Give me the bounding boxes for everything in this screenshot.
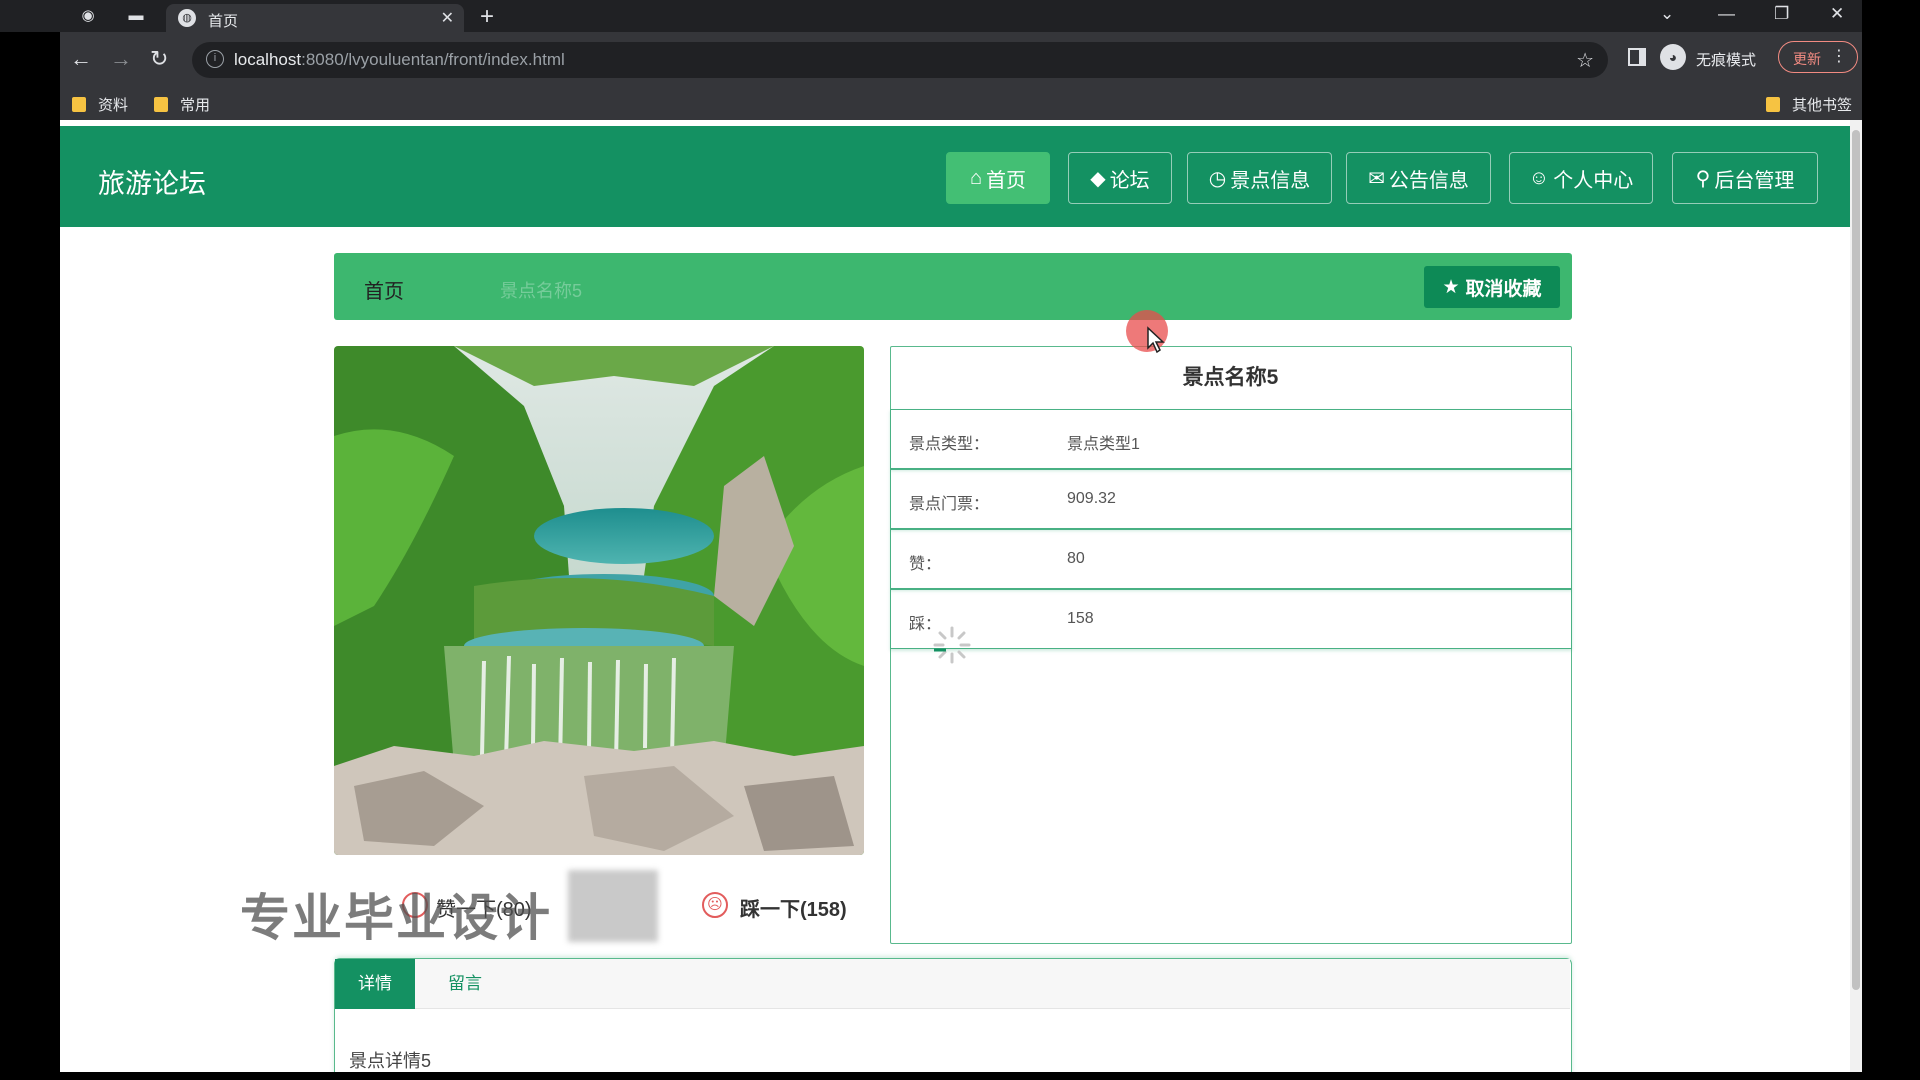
info-value: 158 [1067,610,1094,627]
info-key: 赞： [909,556,942,573]
browser-tab-title: 首页 [208,13,239,30]
watermark-text: 专业毕业设计 [240,890,552,946]
nav-forum[interactable]: ◆ 论坛 [1068,152,1172,204]
nav-scenic-info[interactable]: ◷ 景点信息 [1187,152,1332,204]
bookmarks-bar: 资料 常用 其他书签 [60,88,1862,120]
side-panel-icon[interactable] [1628,48,1646,66]
bookmark-star-icon[interactable]: ☆ [1576,48,1594,73]
site-header: 旅游论坛 ⌂ 首页 ◆ 论坛 ◷ 景点信息 ✉ 公告信息 ☺ 个人中心 ⚲ 后台管理 [60,126,1850,227]
folder-icon [1766,97,1780,112]
mail-icon: ✉ [1368,167,1385,190]
nav-announcements[interactable]: ✉ 公告信息 [1346,152,1491,204]
tab-detail[interactable]: 详情 [335,959,415,1009]
user-icon: ☺ [1528,166,1550,189]
dislike-button[interactable]: 踩一下(158) [740,893,847,922]
breadcrumb-home[interactable]: 首页 [364,275,404,304]
home-icon: ⌂ [969,166,983,189]
folder-icon [154,97,168,112]
blurred-overlay [568,870,658,942]
mouse-pointer-icon [1147,326,1165,354]
info-row-ticket: 景点门票： 909.32 [890,469,1572,529]
browser-nav-row: ← → ↻ i localhost:8080/lvyouluentan/fron… [60,32,1862,88]
scenic-photo [334,346,864,855]
info-key: 景点类型： [909,436,990,453]
star-icon: ★ [1442,276,1460,298]
link-icon: ⚲ [1695,167,1711,190]
bookmark-label: 常用 [180,97,211,114]
web-page: 旅游论坛 ⌂ 首页 ◆ 论坛 ◷ 景点信息 ✉ 公告信息 ☺ 个人中心 ⚲ 后台管理 首页 … [60,120,1850,1072]
info-value: 909.32 [1067,490,1116,507]
url-host: localhost [234,50,302,69]
url-path: :8080/lvyouluentan/front/index.html [301,50,565,69]
forum-icon: ◆ [1090,167,1106,190]
nav-personal-center[interactable]: ☺ 个人中心 [1509,152,1653,204]
sad-face-icon[interactable]: ☹ [702,892,728,918]
menu-kebab-icon[interactable]: ⋮ [1831,46,1847,66]
unfavorite-button[interactable]: ★ 取消收藏 [1424,266,1560,308]
browser-app-icon[interactable]: ◉ [78,6,98,26]
nav-label: 景点信息 [1230,169,1311,192]
tabs-header: 详情 留言 [335,959,1570,1009]
info-row-type: 景点类型： 景点类型1 [890,409,1572,469]
site-info-icon[interactable]: i [206,50,224,68]
address-bar[interactable]: i localhost:8080/lvyouluentan/front/inde… [192,42,1608,78]
tab-search-icon[interactable]: ▬ [126,6,146,26]
nav-home[interactable]: ⌂ 首页 [946,152,1050,204]
unfavorite-label: 取消收藏 [1465,278,1542,300]
detail-content: 景点详情5 [349,1051,432,1071]
reload-icon[interactable]: ↻ [150,46,168,72]
back-arrow-icon[interactable]: ← [70,46,92,72]
nav-label: 论坛 [1109,169,1150,192]
scenic-info-panel: 景点名称5 景点类型： 景点类型1 景点门票： 909.32 赞： 80 踩： … [890,346,1572,944]
nav-label: 个人中心 [1553,169,1634,192]
scrollbar-thumb[interactable] [1852,130,1860,990]
breadcrumb: 首页 景点名称5 ★ 取消收藏 [334,253,1572,320]
forward-arrow-icon[interactable]: → [110,46,132,72]
globe-icon: ◍ [178,9,196,27]
detail-tabs-panel: 详情 留言 景点详情5 [334,958,1572,1072]
breadcrumb-current: 景点名称5 [500,281,583,301]
tab-list-chevron-icon[interactable]: ⌄ [1660,4,1674,24]
info-row-dislikes: 踩： 158 [890,589,1572,649]
page-scrollbar[interactable] [1850,120,1862,1072]
bookmark-label: 资料 [98,97,129,114]
browser-toolbar: ← → ↻ i localhost:8080/lvyouluentan/fron… [60,32,1862,120]
nav-admin[interactable]: ⚲ 后台管理 [1672,152,1818,204]
browser-tab[interactable]: ◍ 首页 ✕ [166,4,464,32]
update-label: 更新 [1793,51,1821,67]
scenic-name: 景点名称5 [1182,366,1279,389]
info-value: 景点类型1 [1067,436,1140,453]
bookmark-folder-other[interactable]: 其他书签 [1766,94,1852,115]
update-button[interactable]: 更新 ⋮ [1778,41,1858,73]
incognito-icon[interactable]: ◕ [1660,44,1686,70]
bookmark-folder-ziliao[interactable]: 资料 [72,94,128,115]
folder-icon [72,97,86,112]
site-logo[interactable]: 旅游论坛 [98,162,206,201]
tab-close-icon[interactable]: ✕ [441,8,454,28]
restore-icon[interactable]: ❐ [1774,4,1789,24]
window-close-icon[interactable]: ✕ [1830,4,1844,24]
info-value: 80 [1067,550,1085,567]
tab-comment[interactable]: 留言 [435,959,495,1009]
browser-tab-strip: ◉ ▬ ◍ 首页 ✕ + ⌄ — ❐ ✕ [0,0,1862,32]
nav-label: 首页 [986,169,1027,192]
clock-icon: ◷ [1208,167,1227,190]
bookmark-folder-changyong[interactable]: 常用 [154,94,210,115]
info-key: 景点门票： [909,496,990,513]
screen: ◉ ▬ ◍ 首页 ✕ + ⌄ — ❐ ✕ ← → ↻ i localhost:8… [0,0,1920,1080]
minimize-icon[interactable]: — [1718,4,1735,24]
nav-label: 后台管理 [1714,169,1795,192]
new-tab-button[interactable]: + [480,3,494,31]
incognito-label: 无痕模式 [1696,52,1757,69]
address-url: localhost:8080/lvyouluentan/front/index.… [234,50,565,70]
loading-spinner-icon [932,625,972,665]
vote-row: 赞一下(80) 专业毕业设计 ☹ 踩一下(158) [240,870,920,946]
nav-label: 公告信息 [1388,169,1469,192]
info-row-likes: 赞： 80 [890,529,1572,589]
bookmark-label: 其他书签 [1792,97,1853,114]
